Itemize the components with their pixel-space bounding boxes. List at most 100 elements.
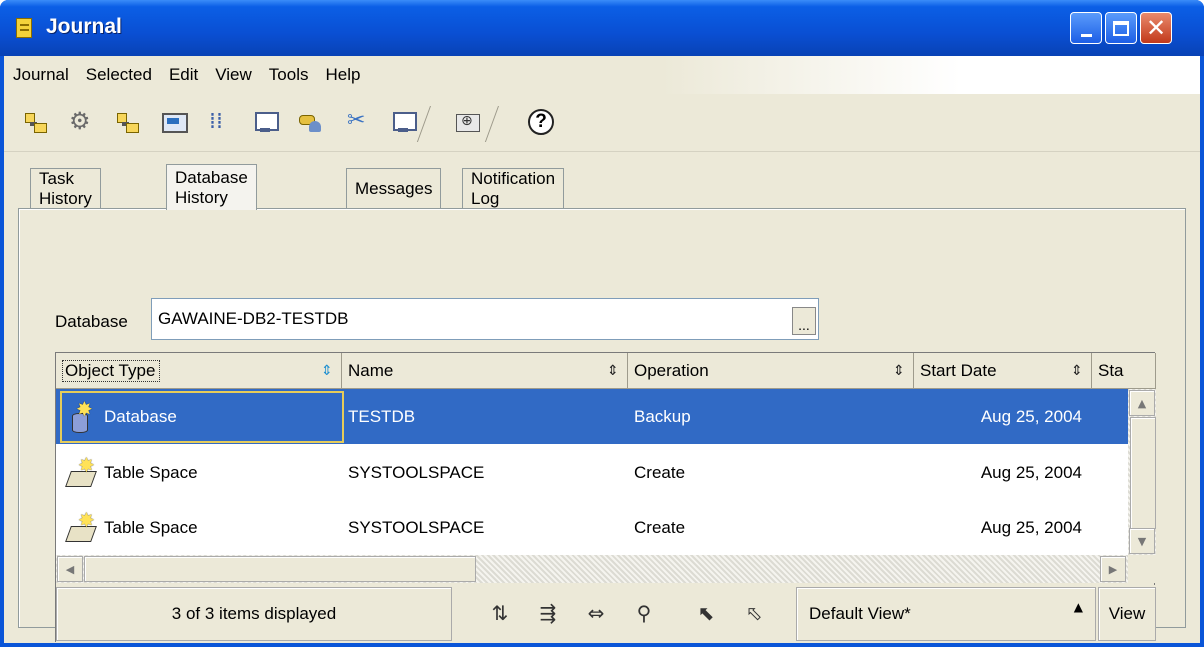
tab-messages[interactable]: Messages (346, 168, 442, 208)
help-button[interactable]: ? (526, 107, 556, 137)
window-client: Journal Selected Edit View Tools Help ? … (4, 56, 1200, 643)
table-header: Object Type ⇕ Name ⇕ Operation ⇕ Start D… (56, 353, 1156, 389)
command-editor-button[interactable] (158, 107, 188, 137)
view-button[interactable]: View (1098, 587, 1156, 641)
column-header-object-type[interactable]: Object Type ⇕ (56, 353, 342, 389)
menu-journal[interactable]: Journal (4, 65, 77, 85)
license-center-button[interactable] (296, 107, 326, 137)
sort-button[interactable]: ⇅ (486, 599, 514, 627)
items-count: 3 of 3 items displayed (56, 587, 452, 641)
find-icon: ⚲ (636, 601, 652, 625)
cell-operation: Create (634, 462, 686, 482)
arrow-left-icon: ◀ (65, 562, 75, 576)
tablespace-icon (66, 453, 96, 489)
view-selector[interactable]: Default View* ▲ (796, 587, 1096, 641)
toolbar: ? (4, 94, 1200, 152)
filter-icon: ⇶ (539, 601, 557, 625)
column-header-status[interactable]: Sta (1092, 353, 1156, 389)
health-center-icon (253, 111, 279, 133)
cell-operation: Backup (634, 406, 691, 426)
tab-task-history[interactable]: Task History (30, 168, 101, 208)
cell-operation: Create (634, 517, 686, 537)
scroll-right-button[interactable]: ▶ (1100, 556, 1126, 582)
column-header-operation[interactable]: Operation ⇕ (628, 353, 914, 389)
deselect-all-icon: ⬁ (745, 601, 763, 625)
deselect-all-button[interactable]: ⬁ (740, 599, 768, 627)
cell-object-type: Table Space (56, 445, 342, 500)
maximize-button[interactable] (1105, 12, 1137, 44)
filter-button[interactable]: ⇶ (534, 599, 562, 627)
control-center-icon (23, 111, 47, 133)
scroll-left-button[interactable]: ◀ (57, 556, 83, 582)
tablespace-icon (66, 508, 96, 544)
database-history-panel: Database GAWAINE-DB2-TESTDB ... Object T… (18, 208, 1186, 643)
license-center-icon (299, 111, 323, 133)
sort-icon: ⇕ (321, 363, 333, 379)
table-body: Database TESTDB Backup Aug 25, 2004 Tabl… (56, 389, 1128, 555)
scroll-down-button[interactable]: ▼ (1129, 528, 1155, 554)
toolbar-separator (498, 106, 506, 142)
sort-icon: ⇕ (607, 363, 619, 379)
database-value: GAWAINE-DB2-TESTDB (158, 309, 349, 328)
menu-view[interactable]: View (206, 65, 260, 85)
sort-icon: ⇕ (1071, 363, 1083, 379)
sort-icon: ⇕ (893, 363, 905, 379)
control-center-button[interactable] (20, 107, 50, 137)
custom-tools-button[interactable] (452, 107, 482, 137)
history-table: Object Type ⇕ Name ⇕ Operation ⇕ Start D… (55, 352, 1156, 643)
menu-edit[interactable]: Edit (160, 65, 206, 85)
select-all-button[interactable]: ⬉ (692, 599, 720, 627)
satellite-admin-icon (115, 111, 139, 133)
information-catalog-button[interactable] (388, 107, 418, 137)
database-icon (66, 397, 96, 433)
minimize-button[interactable] (1070, 12, 1102, 44)
menu-selected[interactable]: Selected (77, 65, 160, 85)
database-browse-button[interactable]: ... (792, 307, 816, 335)
custom-tools-icon (455, 111, 480, 133)
title-bar[interactable]: Journal ✕ (0, 0, 1204, 56)
replication-center-icon (69, 107, 93, 135)
close-button[interactable]: ✕ (1140, 12, 1172, 44)
menu-bar: Journal Selected Edit View Tools Help (4, 56, 1200, 94)
arrow-down-icon: ▼ (1137, 534, 1147, 548)
health-center-button[interactable] (250, 107, 280, 137)
horizontal-scrollbar[interactable]: ◀ ▶ (56, 555, 1128, 583)
menu-help[interactable]: Help (316, 65, 368, 85)
column-header-start-date[interactable]: Start Date ⇕ (914, 353, 1092, 389)
replication-center-button[interactable] (66, 107, 96, 137)
task-center-button[interactable] (204, 107, 234, 137)
scroll-corner (1128, 555, 1156, 583)
command-editor-icon (161, 111, 188, 133)
horizontal-scroll-thumb[interactable] (84, 556, 476, 582)
cell-name: SYSTOOLSPACE (348, 517, 485, 537)
cell-start-date: Aug 25, 2004 (980, 462, 1082, 482)
vertical-scroll-thumb[interactable] (1130, 417, 1156, 529)
close-icon: ✕ (1145, 14, 1167, 42)
select-all-icon: ⬉ (697, 601, 715, 625)
cell-object-type: Database (56, 389, 342, 444)
table-row[interactable]: Database TESTDB Backup Aug 25, 2004 (56, 389, 1128, 444)
find-button[interactable]: ⚲ (630, 599, 658, 627)
tab-notification-log[interactable]: Notification Log (462, 168, 565, 208)
database-field[interactable]: GAWAINE-DB2-TESTDB ... (151, 298, 819, 340)
tools-settings-button[interactable] (342, 107, 372, 137)
customize-columns-button[interactable]: ⇔ (582, 599, 610, 627)
arrow-up-icon: ▲ (1137, 396, 1147, 410)
scroll-up-button[interactable]: ▲ (1129, 390, 1155, 416)
journal-app-icon (16, 18, 32, 38)
tools-settings-icon (345, 108, 369, 133)
column-header-name[interactable]: Name ⇕ (342, 353, 628, 389)
sort-icon: ⇅ (491, 601, 509, 625)
information-catalog-icon (391, 111, 417, 133)
satellite-admin-button[interactable] (112, 107, 142, 137)
arrow-right-icon: ▶ (1108, 562, 1118, 576)
table-row[interactable]: Table Space SYSTOOLSPACE Create Aug 25, … (56, 500, 1128, 555)
cell-object-type: Table Space (56, 500, 342, 555)
menu-tools[interactable]: Tools (260, 65, 317, 85)
database-label: Database (55, 312, 128, 331)
journal-window: Journal ✕ Journal Selected Edit View Too… (0, 0, 1204, 647)
vertical-scrollbar[interactable]: ▲ ▼ (1128, 389, 1156, 555)
table-row[interactable]: Table Space SYSTOOLSPACE Create Aug 25, … (56, 445, 1128, 500)
cell-name: TESTDB (348, 406, 416, 426)
tab-database-history[interactable]: Database History (166, 164, 257, 210)
